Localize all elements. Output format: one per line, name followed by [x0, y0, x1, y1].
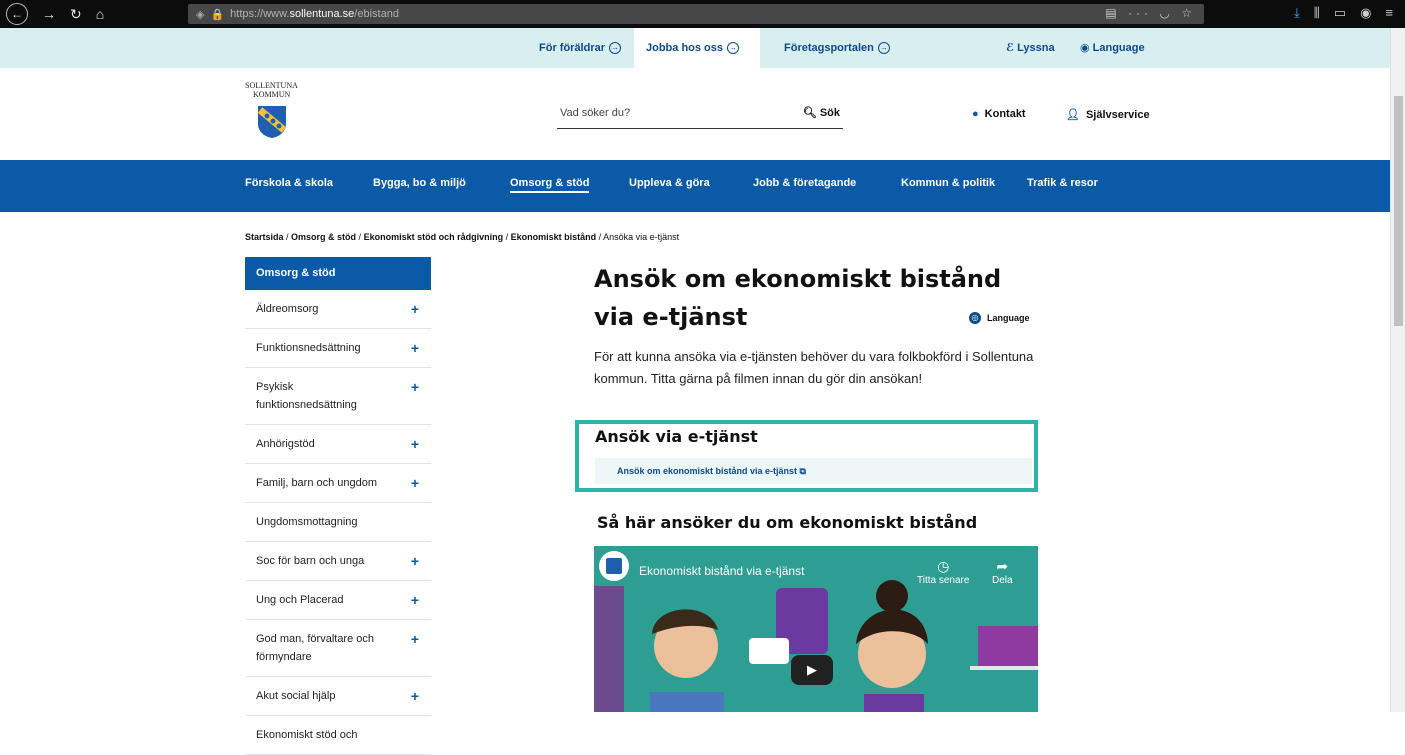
breadcrumb: Startsida / Omsorg & stöd / Ekonomiskt s…: [245, 232, 680, 242]
plus-icon[interactable]: +: [411, 378, 419, 396]
contact-link[interactable]: ● Kontakt: [972, 108, 1026, 120]
forward-icon[interactable]: →: [42, 6, 56, 22]
play-button[interactable]: ▶: [791, 655, 833, 685]
pocket-icon[interactable]: ◡: [1159, 6, 1173, 20]
side-menu-item[interactable]: Familj, barn och ungdom +: [245, 464, 431, 503]
download-icon[interactable]: ⤓: [1294, 5, 1300, 21]
breadcrumb-link[interactable]: Ekonomiskt stöd och rådgivning: [364, 232, 504, 242]
side-menu-item[interactable]: Ungdomsmottagning: [245, 503, 431, 542]
e-service-heading: Ansök via e-tjänst: [595, 427, 758, 446]
video-player[interactable]: Ekonomiskt bistånd via e-tjänst ◷ Titta s…: [594, 546, 1038, 712]
side-menu-item[interactable]: Anhörigstöd +: [245, 425, 431, 464]
logo-text-2: KOMMUN: [253, 90, 291, 99]
share-button[interactable]: ➦ Dela: [992, 558, 1013, 586]
nav-traffic-travel[interactable]: Trafik & resor: [1027, 177, 1098, 189]
side-menu-title[interactable]: Omsorg & stöd: [245, 257, 431, 290]
search-placeholder: Vad söker du?: [560, 107, 631, 119]
content-language-link[interactable]: ◎ Language: [969, 312, 1030, 324]
e-service-box: Ansök via e-tjänst Ansök om ekonomiskt b…: [575, 420, 1038, 492]
globe-icon: ◉: [1080, 42, 1093, 54]
scrollbar[interactable]: [1390, 28, 1405, 712]
e-service-link[interactable]: Ansök om ekonomiskt bistånd via e-tjänst…: [595, 458, 1032, 484]
plus-icon[interactable]: +: [411, 591, 419, 609]
plus-icon[interactable]: +: [411, 300, 419, 318]
library-icon[interactable]: ⫼: [1314, 5, 1320, 21]
utility-bar: För föräldrar → Jobba hos oss → Företagspo…: [0, 28, 1390, 68]
shield-icon[interactable]: ◈: [196, 8, 204, 21]
search-icon: 🔍︎: [802, 107, 820, 119]
coat-of-arms-icon: [257, 106, 287, 138]
language-link[interactable]: ◉ Language: [1068, 28, 1157, 68]
user-icon: 👤︎: [1066, 109, 1080, 121]
nav-experience[interactable]: Uppleva & göra: [629, 177, 710, 189]
sidebar-icon[interactable]: ▭: [1334, 5, 1346, 21]
reload-icon[interactable]: ↻: [70, 6, 82, 23]
plus-icon[interactable]: +: [411, 630, 419, 648]
page-actions-icon[interactable]: ···: [1128, 6, 1152, 20]
nav-jobs-business[interactable]: Jobb & företagande: [753, 177, 856, 189]
clock-icon: ◷: [937, 558, 950, 574]
back-icon[interactable]: ←: [6, 3, 28, 25]
arrow-circle-icon: →: [727, 42, 740, 55]
nav-care-support[interactable]: Omsorg & stöd: [510, 177, 590, 193]
watch-later-button[interactable]: ◷ Titta senare: [917, 558, 969, 586]
browser-toolbar: ← → ↻ ⌂ ◈ 🔒 https://www.sollentuna.se/eb…: [0, 0, 1405, 28]
scrollbar-thumb[interactable]: [1394, 96, 1403, 326]
main-content: Ansök om ekonomiskt bistånd via e-tjänst…: [594, 260, 1044, 390]
url-bar[interactable]: ◈ 🔒 https://www.sollentuna.se/ebistand ▤…: [188, 4, 1204, 24]
nav-preschool-school[interactable]: Förskola & skola: [245, 177, 333, 189]
video-heading: Så här ansöker du om ekonomiskt bistånd: [597, 513, 978, 532]
globe-icon: ◎: [969, 312, 981, 324]
breadcrumb-link[interactable]: Ekonomiskt bistånd: [511, 232, 597, 242]
side-menu: Omsorg & stöd Äldreomsorg + Funktionsneds…: [245, 257, 431, 755]
site-header: SOLLENTUNA KOMMUN Vad söker du? 🔍︎ Sök ●…: [0, 68, 1390, 160]
ear-icon: ℰ: [1006, 42, 1018, 54]
logo[interactable]: SOLLENTUNA KOMMUN: [245, 81, 305, 144]
for-parents-link[interactable]: För föräldrar →: [527, 28, 633, 68]
side-menu-item[interactable]: God man, förvaltare och förmyndare +: [245, 620, 431, 677]
side-menu-item[interactable]: Akut social hjälp +: [245, 677, 431, 716]
video-title[interactable]: Ekonomiskt bistånd via e-tjänst: [639, 564, 804, 578]
page-title: Ansök om ekonomiskt bistånd via e-tjänst: [594, 265, 1002, 331]
side-menu-item[interactable]: Ekonomiskt stöd och: [245, 716, 431, 755]
breadcrumb-link[interactable]: Startsida: [245, 232, 284, 242]
hamburger-menu-icon[interactable]: ≡: [1385, 5, 1393, 21]
side-menu-item[interactable]: Soc för barn och unga +: [245, 542, 431, 581]
chat-bubble-icon: ●: [972, 108, 979, 120]
account-icon[interactable]: ◉: [1360, 5, 1371, 21]
search-button[interactable]: 🔍︎ Sök: [803, 106, 840, 119]
nav-building-living[interactable]: Bygga, bo & miljö: [373, 177, 466, 189]
nav-municipality-politics[interactable]: Kommun & politik: [901, 177, 995, 189]
reader-icon[interactable]: ▤: [1105, 6, 1120, 20]
share-icon: ➦: [996, 558, 1009, 574]
intro-text: För att kunna ansöka via e-tjänsten behö…: [594, 349, 1034, 386]
external-link-icon: ⧉: [797, 466, 806, 476]
logo-text-1: SOLLENTUNA: [245, 81, 298, 90]
listen-link[interactable]: ℰ Lyssna: [994, 28, 1067, 68]
main-navigation: Förskola & skola Bygga, bo & miljö Omsor…: [0, 160, 1390, 212]
plus-icon[interactable]: +: [411, 435, 419, 453]
side-menu-item[interactable]: Psykisk funktionsnedsättning +: [245, 368, 431, 425]
plus-icon[interactable]: +: [411, 687, 419, 705]
home-icon[interactable]: ⌂: [96, 6, 104, 22]
arrow-circle-icon: →: [877, 42, 890, 55]
self-service-link[interactable]: 👤︎ Självservice: [1066, 108, 1150, 122]
side-menu-item[interactable]: Äldreomsorg +: [245, 290, 431, 329]
lock-icon: 🔒: [210, 8, 225, 21]
breadcrumb-link[interactable]: Omsorg & stöd: [291, 232, 356, 242]
side-menu-item[interactable]: Funktionsnedsättning +: [245, 329, 431, 368]
business-portal-link[interactable]: Företagsportalen →: [772, 28, 902, 68]
breadcrumb-current: Ansöka via e-tjänst: [603, 232, 680, 242]
side-menu-item[interactable]: Ung och Placerad +: [245, 581, 431, 620]
bookmark-star-icon[interactable]: ☆: [1181, 6, 1196, 20]
jobs-link[interactable]: Jobba hos oss →: [634, 28, 760, 68]
plus-icon[interactable]: +: [411, 339, 419, 357]
arrow-circle-icon: →: [609, 42, 622, 55]
plus-icon[interactable]: +: [411, 552, 419, 570]
plus-icon[interactable]: +: [411, 474, 419, 492]
url-text: https://www.sollentuna.se/ebistand: [230, 8, 399, 20]
search-field[interactable]: Vad söker du? 🔍︎ Sök: [557, 101, 843, 129]
